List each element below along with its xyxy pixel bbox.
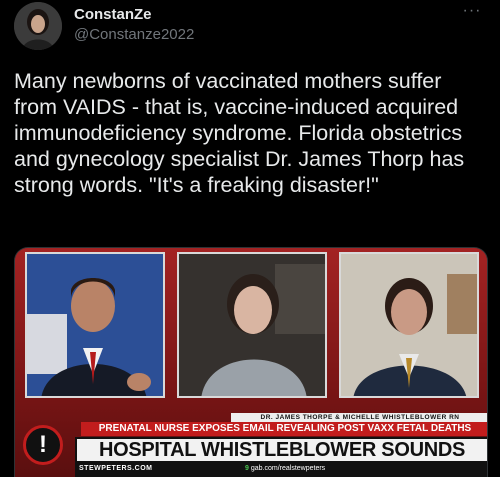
site-name: STEWPETERS.COM <box>79 465 153 472</box>
headline: HOSPITAL WHISTLEBLOWER SOUNDS ALARM <box>98 439 466 477</box>
subheadline: PRENATAL NURSE EXPOSES EMAIL REVEALING P… <box>81 422 487 436</box>
tweet-video[interactable]: DR. JAMES THORPE & MICHELLE WHISTLEBLOWE… <box>14 247 488 477</box>
news-lower-third: DR. JAMES THORPE & MICHELLE WHISTLEBLOWE… <box>15 413 487 477</box>
tweet: ConstanZe @Constanze2022 ··· Many newbor… <box>0 0 500 477</box>
doctor-video-panel <box>339 252 479 398</box>
more-options-icon[interactable]: ··· <box>458 3 486 26</box>
ticker-bar: STEWPETERS.COM 9 gab.com/realstewpeters <box>75 463 487 477</box>
headline-box: HOSPITAL WHISTLEBLOWER SOUNDS ALARM <box>75 437 487 477</box>
user-handle[interactable]: @Constanze2022 <box>74 26 194 43</box>
gab-link: 9 gab.com/realstewpeters <box>245 465 325 472</box>
tweet-text: Many newborns of vaccinated mothers suff… <box>14 69 471 197</box>
display-name[interactable]: ConstanZe <box>74 6 152 23</box>
gab-url: gab.com/realstewpeters <box>250 465 326 472</box>
guest-names: DR. JAMES THORPE & MICHELLE WHISTLEBLOWE… <box>231 413 487 422</box>
gab-icon: 9 <box>245 465 249 472</box>
host-video-panel <box>25 252 165 398</box>
tweet-header: ConstanZe @Constanze2022 ··· <box>14 2 486 50</box>
alert-badge-icon: ! <box>23 425 63 465</box>
avatar[interactable] <box>14 2 62 50</box>
nurse-video-panel <box>177 252 327 398</box>
